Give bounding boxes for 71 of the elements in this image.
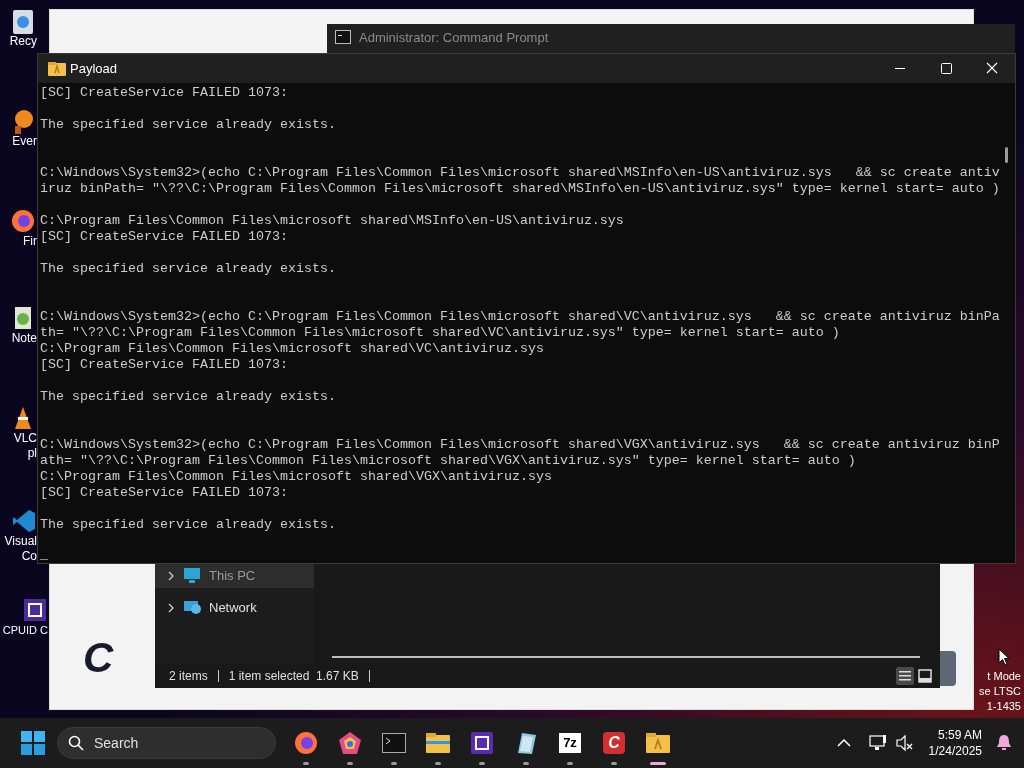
firefox-icon[interactable] xyxy=(11,208,37,234)
chevron-icon[interactable] xyxy=(167,570,175,581)
clock-time: 5:59 AM xyxy=(937,727,982,743)
chip-icon[interactable] xyxy=(470,731,494,755)
nav-label: This PC xyxy=(209,566,256,585)
console-line: The specified service already exists. xyxy=(40,117,337,133)
console-line: [SC] CreateService FAILED 1073: xyxy=(40,85,289,101)
text-cursor: _ xyxy=(40,549,48,561)
scrollbar[interactable] xyxy=(332,656,920,658)
console-line: The specified service already exists. xyxy=(40,517,337,533)
icon-label[interactable]: Fir xyxy=(23,234,37,249)
icon-label[interactable]: Ever xyxy=(12,134,37,149)
console-line: C:\Windows\System32>(echo C:\Program Files\Common Files\microsoft shared\VC\antiviruz.sys && sc create antiviruz binPa xyxy=(40,309,1001,325)
app-logo[interactable]: 7z xyxy=(559,733,581,753)
logo: C xyxy=(83,636,114,680)
preview-view-icon[interactable] xyxy=(916,667,934,685)
code-editor-icon[interactable] xyxy=(11,508,37,534)
search-icon xyxy=(68,735,84,751)
icon-label[interactable]: Visual xyxy=(4,534,37,549)
console-line: C:\Program Files\Common Files\microsoft shared\MSInfo\en-US\antiviruz.sys xyxy=(40,213,625,229)
status-text: 1 item selected 1.67 KB xyxy=(228,668,359,685)
window-title: Payload xyxy=(70,59,117,78)
nav-label: Network xyxy=(209,598,257,617)
windows-start-icon[interactable] xyxy=(21,731,45,755)
icon-label[interactable]: Note xyxy=(11,331,37,346)
console-line: C:\Program Files\Common Files\microsoft shared\VC\antiviruz.sys xyxy=(40,341,545,357)
chip-icon[interactable] xyxy=(22,597,48,623)
console-line: The specified service already exists. xyxy=(40,389,337,405)
search-field[interactable]: Search xyxy=(57,727,276,759)
window-title: Administrator: Command Prompt xyxy=(359,30,549,46)
console-line: C:\Windows\System32>(echo C:\Program Files\Common Files\microsoft shared\MSInfo\en-US\antiviruz.sys && sc create antiv xyxy=(40,165,1001,181)
nav-item[interactable]: This PC xyxy=(155,563,314,588)
console-line: th= "\??\C:\Program Files\Common Files\microsoft shared\VC\antiviruz.sys" type= kernel start= auto ) xyxy=(40,325,841,341)
chevron-icon[interactable] xyxy=(167,602,175,613)
firefox-icon[interactable] xyxy=(294,731,318,755)
mouse-pointer-icon xyxy=(998,648,1010,666)
terminal-icon xyxy=(335,30,351,44)
volume-muted-icon[interactable] xyxy=(894,734,913,752)
desktop-text: se LTSC xyxy=(979,684,1021,699)
console-line: C:\Program Files\Common Files\microsoft shared\VGX\antiviruz.sys xyxy=(40,469,553,485)
console-line: [SC] CreateService FAILED 1073: xyxy=(40,229,289,245)
details-view-icon[interactable] xyxy=(896,667,914,685)
network-icon[interactable] xyxy=(868,734,887,752)
app-logo[interactable]: C xyxy=(603,732,625,754)
icon-label[interactable]: Recy xyxy=(9,34,37,49)
pentagon-icon[interactable] xyxy=(338,731,362,755)
console-line: C:\Windows\System32>(echo C:\Program Files\Common Files\microsoft shared\VGX\antiviruz.sys && sc create antiviruz binP xyxy=(40,437,1001,453)
console-line: iruz binPath= "\??\C:\Program Files\Common Files\microsoft shared\MSInfo\en-US\antiviruz.sys" type= kernel start= auto ) xyxy=(40,181,1001,197)
nav-item[interactable]: Network xyxy=(155,595,314,620)
scrollbar-thumb[interactable] xyxy=(1005,147,1008,163)
console-line: ath= "\??\C:\Program Files\Common Files\microsoft shared\VGX\antiviruz.sys" type= kernel start= auto ) xyxy=(40,453,857,469)
chevron-up-icon[interactable] xyxy=(836,738,851,748)
icon-label[interactable]: VLC xyxy=(13,431,37,446)
icon-label[interactable]: Co xyxy=(21,549,37,564)
desktop-text: t Mode xyxy=(987,669,1021,684)
monitor-icon xyxy=(183,567,201,584)
status-text: 2 items xyxy=(169,668,208,685)
clock[interactable]: 5:59 AM 1/24/2025 xyxy=(928,727,982,759)
folder-icon xyxy=(48,60,66,77)
desktop-text: 1-1435 xyxy=(986,699,1021,714)
console-line: [SC] CreateService FAILED 1073: xyxy=(40,357,289,373)
notification-bell-icon[interactable] xyxy=(996,734,1012,752)
panel-edge xyxy=(940,651,956,686)
icon-label[interactable]: pl xyxy=(27,446,37,461)
console-line: [SC] CreateService FAILED 1073: xyxy=(40,485,289,501)
console-line: The specified service already exists. xyxy=(40,261,337,277)
clock-date: 1/24/2025 xyxy=(928,743,982,759)
terminal-icon[interactable] xyxy=(382,731,406,755)
folder-icon[interactable] xyxy=(426,731,450,755)
network-icon xyxy=(183,599,201,616)
folder-icon[interactable] xyxy=(646,731,670,755)
